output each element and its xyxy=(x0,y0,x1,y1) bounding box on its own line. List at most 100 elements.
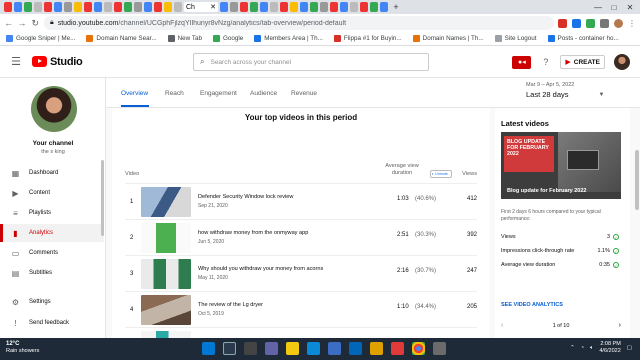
browser-tab[interactable] xyxy=(220,2,228,12)
live-badge-button[interactable]: ●◂ xyxy=(512,55,532,69)
video-thumbnail[interactable] xyxy=(141,331,191,338)
browser-tab[interactable] xyxy=(104,2,112,12)
bookmark[interactable]: Site Logout xyxy=(494,35,537,42)
video-title[interactable]: The review of the Lg dryer xyxy=(198,302,263,308)
create-button[interactable]: ▶︎ CREATE xyxy=(560,55,605,69)
account-avatar[interactable] xyxy=(614,54,630,70)
sidebar-item-playlists[interactable]: ≡ Playlists xyxy=(0,204,104,222)
back-icon[interactable]: ← xyxy=(4,17,13,29)
tab-overview[interactable]: Overview xyxy=(121,90,148,97)
sidebar-item-dashboard[interactable]: ▦ Dashboard xyxy=(0,164,104,182)
prev-page-icon[interactable]: ‹ xyxy=(501,322,503,329)
app-icon[interactable] xyxy=(391,342,404,355)
close-window-button[interactable]: ✕ xyxy=(622,0,638,14)
date-range-picker[interactable]: Mar 9 – Apr 5, 2022 Last 28 days ▼ xyxy=(526,82,636,99)
browser-tab[interactable] xyxy=(84,2,92,12)
bookmark[interactable]: Google Sniper | Me... xyxy=(6,35,75,42)
browser-tab[interactable] xyxy=(300,2,308,12)
volume-icon[interactable]: 🔈︎ xyxy=(590,345,593,352)
browser-tab[interactable] xyxy=(64,2,72,12)
browser-tab[interactable] xyxy=(114,2,122,12)
browser-tab[interactable] xyxy=(360,2,368,12)
browser-tab[interactable] xyxy=(240,2,248,12)
bookmark[interactable]: Domain Names | Th... xyxy=(412,35,484,42)
search-icon[interactable] xyxy=(223,342,236,355)
edge-icon[interactable] xyxy=(307,342,320,355)
browser-tab[interactable] xyxy=(154,2,162,12)
video-thumbnail[interactable] xyxy=(141,295,191,325)
studio-logo[interactable]: Studio xyxy=(32,56,83,68)
clock[interactable]: 2:08 PM 4/6/2022 xyxy=(599,341,620,355)
sidebar-item-feedback[interactable]: ! Send feedback xyxy=(0,314,104,332)
extension-icon[interactable] xyxy=(571,18,581,28)
browser-tab[interactable] xyxy=(164,2,172,12)
close-icon[interactable]: ✕ xyxy=(210,3,216,11)
search-input[interactable]: ⌕ Search across your channel xyxy=(193,53,429,71)
browser-tab[interactable] xyxy=(250,2,258,12)
mail-icon[interactable] xyxy=(349,342,362,355)
next-page-icon[interactable]: › xyxy=(619,322,621,329)
video-thumbnail[interactable] xyxy=(141,187,191,217)
notifications-icon[interactable]: ▢ xyxy=(627,345,632,351)
chevron-up-icon[interactable]: ⌃ xyxy=(570,345,575,351)
file-explorer-icon[interactable] xyxy=(286,342,299,355)
bookmark[interactable]: Domain Name Sear... xyxy=(86,35,157,42)
unmute-chip[interactable]: 🔈︎ Unmute xyxy=(430,170,452,178)
table-row[interactable]: 5Cutter backyard bug control review afte… xyxy=(125,327,477,338)
sidebar-item-subtitles[interactable]: ▤ Subtitles xyxy=(0,264,104,282)
page-scrollbar[interactable] xyxy=(635,150,639,210)
browser-tab[interactable] xyxy=(290,2,298,12)
teams-icon[interactable] xyxy=(265,342,278,355)
bookmark[interactable]: New Tab xyxy=(167,35,202,42)
browser-tab[interactable] xyxy=(14,2,22,12)
browser-tab[interactable] xyxy=(44,2,52,12)
task-view-icon[interactable] xyxy=(244,342,257,355)
table-row[interactable]: 2 how withdraw money from the onmyway ap… xyxy=(125,219,477,255)
tab-engagement[interactable]: Engagement xyxy=(200,90,237,97)
tab-reach[interactable]: Reach xyxy=(165,90,184,97)
video-title[interactable]: how withdraw money from the onmyway app xyxy=(198,230,308,236)
browser-tab[interactable] xyxy=(310,2,318,12)
minimize-button[interactable]: — xyxy=(590,0,606,14)
tab-audience[interactable]: Audience xyxy=(250,90,277,97)
browser-tab[interactable] xyxy=(54,2,62,12)
video-title[interactable]: Defender Security Window lock review xyxy=(198,194,293,200)
bookmark[interactable]: Members Area | Th... xyxy=(254,35,323,42)
latest-video-thumbnail[interactable]: BLOG UPDATE FOR FEBRUARY 2022 Blog updat… xyxy=(501,132,621,199)
app-icon[interactable] xyxy=(433,342,446,355)
sidebar-item-analytics[interactable]: ▮ Analytics xyxy=(0,224,104,242)
new-tab-button[interactable]: + xyxy=(390,2,402,12)
kebab-menu-icon[interactable]: ⋮ xyxy=(628,19,636,28)
browser-tab[interactable] xyxy=(230,2,238,12)
sidebar-item-comments[interactable]: ▭ Comments xyxy=(0,244,104,262)
browser-tab[interactable] xyxy=(330,2,338,12)
table-row[interactable]: 4 The review of the Lg dryer Oct 5, 2019… xyxy=(125,291,477,327)
browser-tab[interactable] xyxy=(174,2,182,12)
weather-widget[interactable]: 12°C Rain showers xyxy=(6,341,39,355)
browser-tab[interactable] xyxy=(94,2,102,12)
see-video-analytics-link[interactable]: SEE VIDEO ANALYTICS xyxy=(501,302,563,308)
browser-tab-active[interactable]: Ch ✕ xyxy=(184,2,218,12)
reload-icon[interactable]: ↻ xyxy=(31,17,40,29)
wifi-icon[interactable]: ◔ xyxy=(581,345,584,351)
browser-tab[interactable] xyxy=(134,2,142,12)
sidebar-item-content[interactable]: ▶︎ Content xyxy=(0,184,104,202)
browser-tab[interactable] xyxy=(34,2,42,12)
chrome-icon[interactable] xyxy=(412,342,425,355)
browser-tab[interactable] xyxy=(24,2,32,12)
tab-revenue[interactable]: Revenue xyxy=(291,90,317,97)
browser-tab[interactable] xyxy=(280,2,288,12)
browser-tab[interactable] xyxy=(124,2,132,12)
extension-icon[interactable] xyxy=(557,18,567,28)
sidebar-item-settings[interactable]: ⚙ Settings xyxy=(0,293,104,311)
browser-tab[interactable] xyxy=(260,2,268,12)
extension-icon[interactable] xyxy=(585,18,595,28)
maximize-button[interactable]: □ xyxy=(606,0,622,14)
video-thumbnail[interactable] xyxy=(141,223,191,253)
browser-tab[interactable] xyxy=(340,2,348,12)
url-field[interactable]: 🔒︎ studio.youtube.com/channel/UCGphFjlzq… xyxy=(43,16,554,30)
start-icon[interactable] xyxy=(202,342,215,355)
app-icon[interactable] xyxy=(370,342,383,355)
browser-tab[interactable] xyxy=(270,2,278,12)
browser-tab[interactable] xyxy=(350,2,358,12)
